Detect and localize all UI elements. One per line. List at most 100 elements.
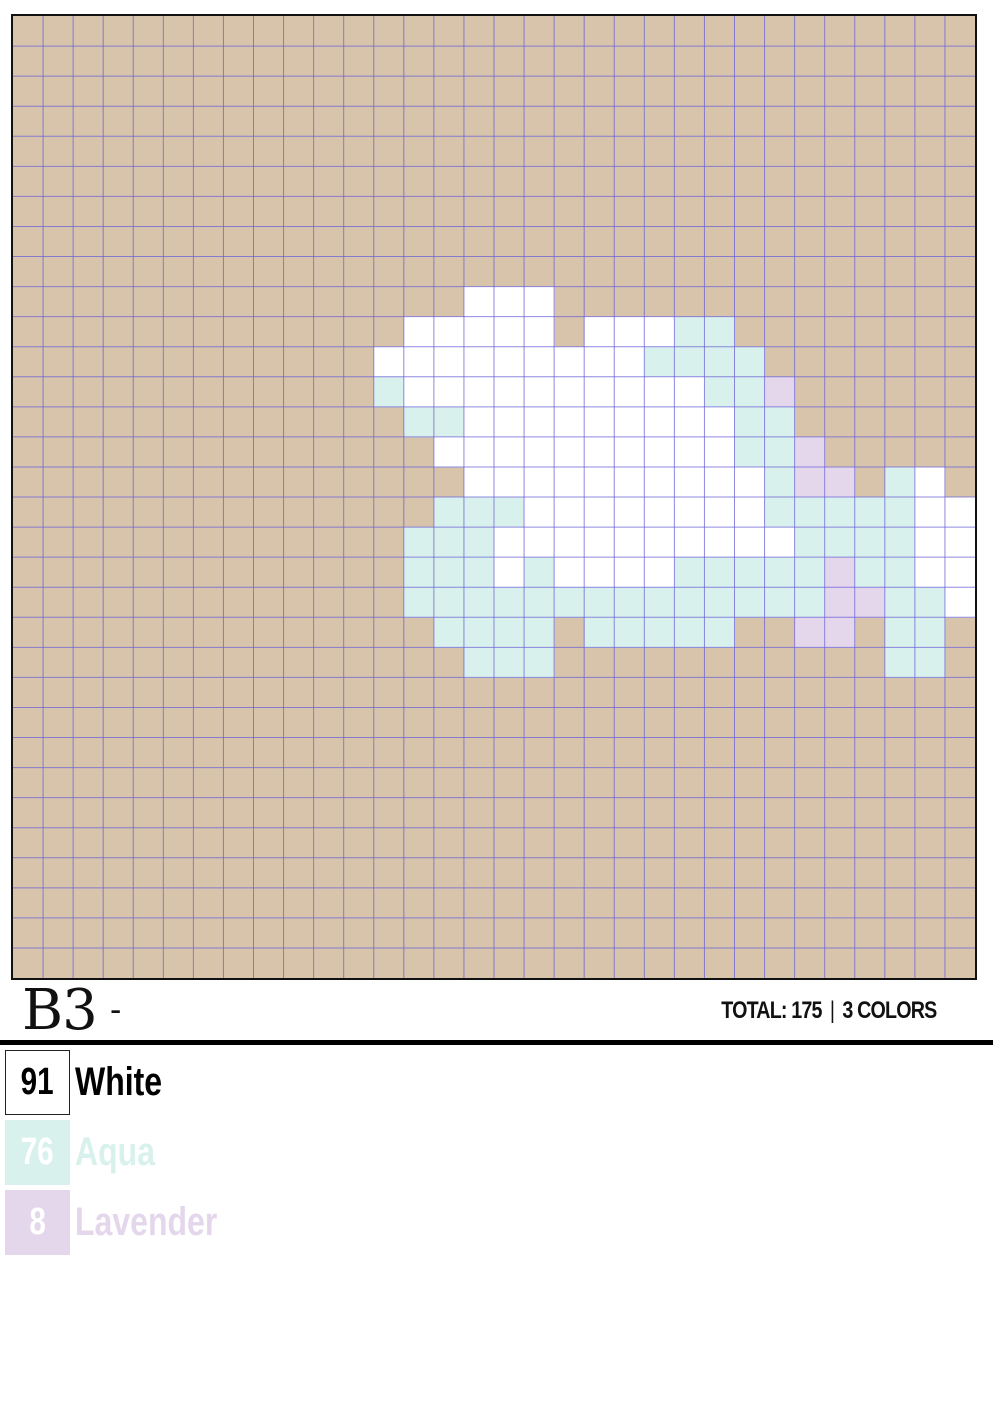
pattern-cell: [674, 557, 705, 588]
pattern-cell: [794, 466, 826, 498]
pattern-cell: [734, 346, 766, 378]
pattern-cell: [794, 527, 826, 558]
total-count: TOTAL: 175: [720, 997, 822, 1024]
pattern-cell: [914, 617, 946, 648]
pattern-cell: [403, 376, 435, 408]
pattern-cell: [854, 527, 886, 558]
pattern-cell: [463, 527, 495, 558]
color-swatch-aqua: 76: [5, 1120, 70, 1185]
pattern-cell: [704, 587, 735, 618]
pattern-cell: [884, 617, 916, 648]
pattern-cell: [614, 406, 645, 438]
pattern-cell: [824, 466, 856, 498]
pattern-cell: [794, 497, 826, 528]
pattern-cell: [524, 587, 555, 618]
pattern-cell: [433, 617, 465, 648]
pattern-cell: [463, 617, 495, 648]
pattern-cell: [674, 436, 705, 468]
pattern-cell: [704, 557, 735, 588]
pattern-cell: [824, 617, 856, 648]
pattern-cell: [734, 376, 766, 408]
pattern-cell: [463, 376, 495, 408]
pattern-cell: [914, 557, 946, 588]
pattern-cell: [433, 587, 465, 618]
pattern-cell: [674, 527, 705, 558]
pixel-pattern-grid: [11, 14, 977, 980]
pattern-cell: [433, 346, 465, 378]
pattern-cell: [914, 587, 946, 618]
pattern-cell: [463, 406, 495, 438]
pattern-cell: [614, 497, 645, 528]
pattern-cell: [584, 466, 615, 498]
pattern-cell: [704, 346, 735, 378]
pattern-cell: [554, 497, 585, 528]
pattern-cell: [854, 557, 886, 588]
pattern-cell: [644, 406, 675, 438]
pattern-cell: [704, 617, 735, 648]
pattern-cell: [494, 527, 525, 558]
pattern-cell: [403, 406, 435, 438]
pattern-cell: [494, 587, 525, 618]
pattern-cell: [433, 406, 465, 438]
pattern-cell: [463, 346, 495, 378]
pattern-cell: [644, 557, 675, 588]
pattern-cell: [373, 376, 405, 408]
pattern-cell: [764, 557, 796, 588]
pattern-cell: [734, 406, 766, 438]
pattern-canvas: [13, 16, 975, 978]
pattern-cell: [614, 617, 645, 648]
pattern-cell: [674, 376, 705, 408]
pattern-cell: [554, 406, 585, 438]
color-count: 91: [21, 1061, 54, 1103]
pattern-cell: [794, 617, 826, 648]
pattern-cell: [463, 587, 495, 618]
pattern-cell: [914, 466, 946, 498]
pattern-cell: [734, 557, 766, 588]
pattern-cell: [554, 466, 585, 498]
pattern-cell: [704, 466, 735, 498]
pattern-cell: [674, 617, 705, 648]
pattern-cell: [764, 587, 796, 618]
pattern-cell: [584, 376, 615, 408]
pattern-cell: [524, 346, 555, 378]
color-count: 8: [29, 1201, 46, 1243]
pattern-cell: [764, 406, 796, 438]
pattern-cell: [674, 316, 705, 348]
pattern-cell: [463, 436, 495, 468]
pattern-cell: [704, 316, 735, 348]
pattern-cell: [403, 527, 435, 558]
pattern-cell: [644, 617, 675, 648]
pattern-cell: [644, 587, 675, 618]
pattern-cell: [614, 587, 645, 618]
pattern-cell: [704, 376, 735, 408]
pattern-cell: [704, 436, 735, 468]
pattern-cell: [644, 497, 675, 528]
pattern-cell: [584, 346, 615, 378]
pattern-cell: [734, 587, 766, 618]
pattern-cell: [884, 647, 916, 678]
pattern-cell: [524, 557, 555, 588]
pattern-cell: [614, 527, 645, 558]
pattern-cell: [554, 376, 585, 408]
pattern-cell: [614, 557, 645, 588]
pattern-cell: [854, 497, 886, 528]
pattern-cell: [614, 436, 645, 468]
pattern-cell: [734, 497, 766, 528]
pattern-cell: [463, 286, 495, 318]
pattern-cell: [433, 316, 465, 348]
pattern-cell: [524, 316, 555, 348]
pattern-cell: [584, 406, 615, 438]
color-name: White: [75, 1060, 163, 1104]
pattern-cell: [463, 466, 495, 498]
pattern-cell: [494, 376, 525, 408]
pattern-cell: [494, 617, 525, 648]
pattern-cell: [494, 647, 525, 678]
pattern-cell: [614, 316, 645, 348]
pattern-cell: [794, 587, 826, 618]
pattern-cell: [824, 497, 856, 528]
pattern-cell: [764, 376, 796, 408]
pattern-cell: [884, 557, 916, 588]
pattern-cell: [944, 557, 975, 588]
pattern-cell: [884, 587, 916, 618]
pattern-cell: [524, 527, 555, 558]
